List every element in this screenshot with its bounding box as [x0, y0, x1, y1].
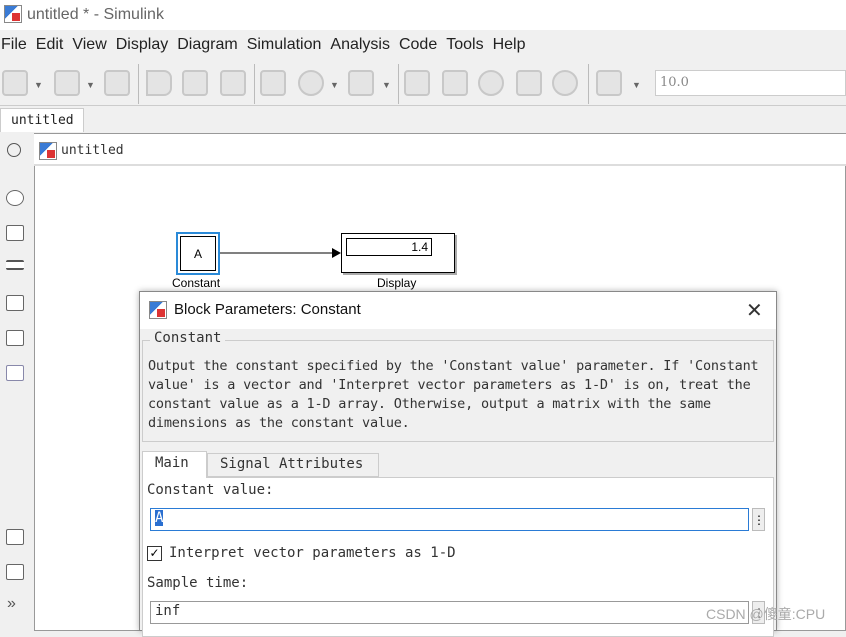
menu-simulation[interactable]: Simulation	[246, 33, 330, 59]
address-bar: untitled	[34, 134, 846, 166]
sample-time-label: Sample time:	[147, 575, 249, 591]
menu-edit[interactable]: Edit	[35, 33, 72, 59]
constant-value-label: Constant value:	[147, 482, 274, 498]
dialog-title-bar: Block Parameters: Constant ✕	[140, 292, 776, 329]
chevron-down-icon[interactable]: ▼	[382, 80, 391, 90]
tab-untitled[interactable]: untitled	[0, 108, 84, 132]
menu-diagram[interactable]: Diagram	[176, 33, 245, 59]
display-block-label: Display	[377, 276, 417, 290]
left-palette: »	[0, 133, 30, 631]
dialog-title: Block Parameters: Constant	[174, 301, 361, 318]
breadcrumb[interactable]: untitled	[61, 143, 124, 158]
area-icon[interactable]	[6, 365, 24, 381]
open-icon[interactable]	[54, 70, 80, 96]
menu-help[interactable]: Help	[492, 33, 534, 59]
watermark: CSDN @傻童:CPU	[706, 606, 826, 622]
display-value: 1.4	[346, 238, 432, 256]
scope-icon[interactable]	[596, 70, 622, 96]
block-description: Output the constant specified by the 'Co…	[148, 358, 759, 431]
sample-time-input[interactable]: inf	[150, 601, 749, 624]
chevron-down-icon[interactable]: ▼	[632, 80, 641, 90]
camera-icon[interactable]	[6, 529, 24, 545]
menu-code[interactable]: Code	[398, 33, 445, 59]
group-title: Constant	[150, 330, 226, 346]
signal-lines-icon[interactable]	[6, 260, 24, 270]
hide-browser-icon[interactable]	[7, 143, 21, 157]
constant-value-text: A	[155, 510, 164, 526]
model-settings-icon[interactable]	[298, 70, 324, 96]
interpret-1d-checkbox[interactable]: ✓	[147, 546, 162, 561]
divider	[588, 64, 589, 104]
chevron-down-icon[interactable]: ▼	[86, 80, 95, 90]
title-bar: untitled * - Simulink	[0, 0, 846, 30]
step-back-icon[interactable]	[442, 70, 468, 96]
menu-tools[interactable]: Tools	[445, 33, 491, 59]
simulink-icon	[149, 301, 167, 319]
constant-block-label: Constant	[172, 276, 221, 290]
library-browser-icon[interactable]	[260, 70, 286, 96]
model-explorer-icon[interactable]	[348, 70, 374, 96]
divider	[254, 64, 255, 104]
chevron-down-icon[interactable]: ▼	[330, 80, 339, 90]
window-title: untitled * - Simulink	[27, 6, 164, 23]
update-diagram-icon[interactable]	[404, 70, 430, 96]
constant-value-input[interactable]: A	[150, 508, 749, 531]
divider	[398, 64, 399, 104]
interpret-1d-label: Interpret vector parameters as 1-D	[169, 545, 456, 561]
display-block[interactable]: 1.4	[341, 233, 455, 273]
annotation-icon[interactable]	[6, 295, 24, 311]
menu-analysis[interactable]: Analysis	[329, 33, 398, 59]
save-icon[interactable]	[104, 70, 130, 96]
divider	[138, 64, 139, 104]
more-options-button[interactable]: ⋮	[752, 508, 765, 531]
back-icon[interactable]	[146, 70, 172, 96]
up-icon[interactable]	[220, 70, 246, 96]
constant-block[interactable]: A	[176, 232, 220, 275]
block-parameters-dialog: Block Parameters: Constant ✕ Constant Ou…	[139, 291, 777, 637]
stop-icon[interactable]	[552, 70, 578, 96]
menu-view[interactable]: View	[71, 33, 114, 59]
new-model-icon[interactable]	[2, 70, 28, 96]
simulink-icon	[4, 5, 22, 23]
run-icon[interactable]	[478, 70, 504, 96]
stop-time-input[interactable]: 10.0	[655, 70, 846, 96]
signal-line[interactable]	[220, 247, 342, 259]
model-icon	[39, 142, 57, 160]
tab-main[interactable]: Main	[142, 451, 207, 478]
menu-bar: File Edit View Display Diagram Simulatio…	[0, 33, 533, 59]
close-button[interactable]: ✕	[746, 298, 763, 323]
menu-display[interactable]: Display	[115, 33, 176, 59]
chevron-down-icon[interactable]: ▼	[34, 80, 43, 90]
image-icon[interactable]	[6, 330, 24, 346]
constant-block-value: A	[180, 236, 216, 271]
forward-icon[interactable]	[182, 70, 208, 96]
tab-signal-attributes[interactable]: Signal Attributes	[207, 453, 379, 477]
model-browser-icon[interactable]	[6, 564, 24, 580]
step-forward-icon[interactable]	[516, 70, 542, 96]
expand-icon[interactable]: »	[7, 595, 16, 613]
zoom-icon[interactable]	[6, 190, 24, 206]
menu-file[interactable]: File	[0, 33, 35, 59]
fit-to-view-icon[interactable]	[6, 225, 24, 241]
